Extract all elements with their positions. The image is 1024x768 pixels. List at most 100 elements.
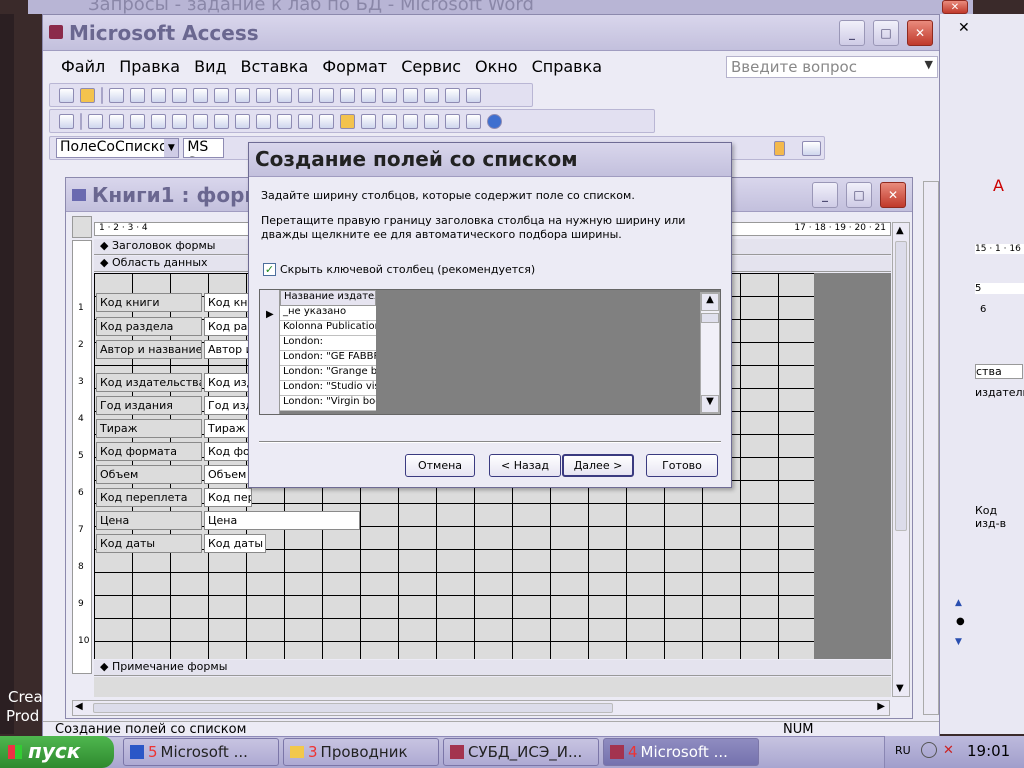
line-tool-icon[interactable] [424,87,439,103]
hide-key-column-label[interactable]: Скрыть ключевой столбец (рекомендуется) [280,263,535,276]
taskbar-task-word[interactable]: 5 Microsoft ... [123,738,279,766]
hide-key-column-checkbox[interactable]: ✓ [263,263,276,276]
form-field[interactable]: Код изд [204,373,252,392]
page-break-icon[interactable] [361,87,376,103]
copy-icon[interactable] [193,113,208,129]
form-field[interactable]: Тираж [204,419,252,438]
image-tool-icon[interactable] [298,87,313,103]
close-button[interactable]: ✕ [907,20,933,46]
preview-row[interactable]: Kolonna Publication [280,321,376,336]
nav-up-icon[interactable]: ▲ [955,598,962,608]
column-preview-grid[interactable]: ▶ Название издател _не указано Kolonna Pu… [259,289,721,415]
preview-icon[interactable] [151,113,166,129]
select-pointer-icon[interactable] [59,87,74,103]
toggle-button-icon[interactable] [172,87,187,103]
form-label[interactable]: Автор и название [96,340,202,359]
form-label[interactable]: Цена [96,511,202,530]
form-field[interactable]: Автор и [204,340,252,359]
paste-icon[interactable] [214,113,229,129]
menu-view[interactable]: Вид [194,57,226,79]
form-field[interactable]: Код пер [204,488,252,507]
subform-icon[interactable] [403,87,418,103]
database-window-icon[interactable] [445,113,460,129]
menu-edit[interactable]: Правка [119,57,180,79]
autoformat-icon[interactable] [361,113,376,129]
menu-file[interactable]: Файл [61,57,105,79]
maximize-button[interactable]: □ [873,20,899,46]
builder-icon[interactable] [424,113,439,129]
font-name-selector[interactable]: MS Sans [183,138,225,158]
label-tool-icon[interactable] [109,87,124,103]
toolbox-icon[interactable] [340,113,355,129]
menu-insert[interactable]: Вставка [241,57,309,79]
chevron-down-icon[interactable]: ▼ [164,139,179,157]
menu-help[interactable]: Справка [532,57,603,79]
textbox-tool-icon[interactable] [130,87,145,103]
new-object-icon[interactable] [466,113,481,129]
scroll-right-icon[interactable]: ▶ [877,701,885,712]
border-color-icon[interactable] [774,140,785,156]
scroll-up-icon[interactable]: ▲ [701,293,719,311]
font-color-icon[interactable]: A [993,176,1004,195]
save-icon[interactable] [88,113,103,129]
preview-row[interactable]: London: [280,336,376,351]
form-minimize-button[interactable]: _ [812,182,838,208]
form-close-button[interactable]: ✕ [880,182,906,208]
form-field[interactable]: Год изд [204,396,252,415]
background-close-button[interactable]: ✕ [942,0,968,14]
scroll-thumb[interactable] [895,241,907,531]
format-painter-icon[interactable] [235,113,250,129]
print-icon[interactable] [130,113,145,129]
more-controls-icon[interactable] [466,87,481,103]
field-list-icon[interactable] [319,113,334,129]
form-field[interactable]: Код раздела [204,317,252,336]
menu-tools[interactable]: Сервис [401,57,461,79]
preview-row[interactable]: London: "Grange bo [280,366,376,381]
menu-format[interactable]: Формат [322,57,387,79]
column-header[interactable]: Название издател [280,290,376,306]
back-icon[interactable] [921,742,937,758]
scroll-thumb[interactable] [93,703,613,713]
form-label[interactable]: Тираж [96,419,202,438]
form-label[interactable]: Код раздела [96,317,202,336]
form-label[interactable]: Объем [96,465,202,484]
form-vscrollbar[interactable]: ▲ ▼ [892,222,910,697]
preview-row[interactable]: London: "Studio vis [280,381,376,396]
help-icon[interactable] [487,113,502,129]
taskbar-task-document[interactable]: СУБД_ИСЭ_И... [443,738,599,766]
start-button[interactable]: пуск [0,736,114,768]
line-style-icon[interactable] [801,140,821,156]
preview-row[interactable]: _не указано [280,306,376,321]
view-icon[interactable] [59,113,74,129]
combobox-tool-icon[interactable] [235,87,250,103]
back-button[interactable]: < Назад [489,454,561,477]
form-label[interactable]: Год издания [96,396,202,415]
form-label[interactable]: Код книги [96,293,202,312]
form-hscrollbar[interactable]: ◀ ▶ [72,700,890,716]
properties-icon[interactable] [403,113,418,129]
code-icon[interactable] [382,113,397,129]
menu-window[interactable]: Окно [475,57,518,79]
nav-dot-icon[interactable]: ● [956,616,965,627]
option-button-icon[interactable] [193,87,208,103]
section-footer-bar[interactable]: ◆ Примечание формы [94,660,891,676]
control-selector[interactable]: ПолеСоСписком ▼ [56,138,180,158]
preview-row[interactable]: London: "GE FABBR [280,351,376,366]
redo-icon[interactable] [277,113,292,129]
cut-icon[interactable] [172,113,187,129]
unbound-object-icon[interactable] [319,87,334,103]
form-label[interactable]: Код издательства [96,373,202,392]
undo-icon[interactable] [256,113,271,129]
checkbox-tool-icon[interactable] [214,87,229,103]
form-field[interactable]: Код фор [204,442,252,461]
minimize-button[interactable]: _ [839,20,865,46]
next-button[interactable]: Далее > [562,454,634,477]
scroll-thumb[interactable] [701,313,719,323]
nav-down-icon[interactable]: ▼ [955,637,962,647]
tray-app-icon[interactable]: ✕ [943,743,954,758]
taskbar-task-access[interactable]: 4 Microsoft ... [603,738,759,766]
command-button-icon[interactable] [277,87,292,103]
form-maximize-button[interactable]: □ [846,182,872,208]
form-field[interactable]: Объем [204,465,252,484]
access-vscrollbar[interactable] [923,181,939,715]
